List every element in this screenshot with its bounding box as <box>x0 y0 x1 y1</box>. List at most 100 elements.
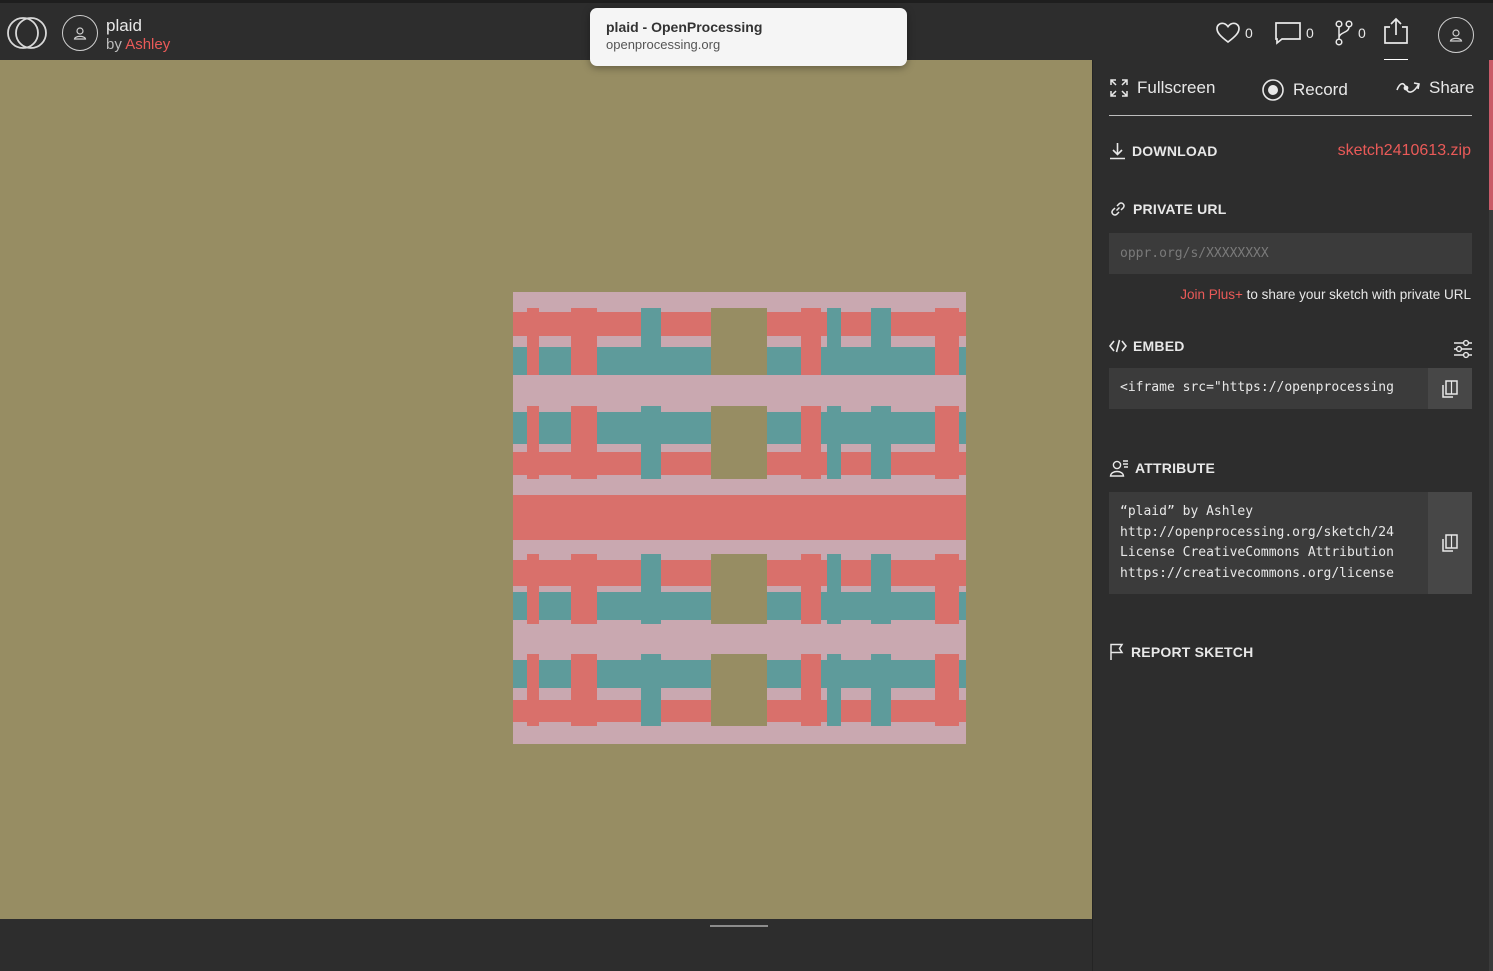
byline-prefix: by <box>106 36 122 53</box>
comment-icon <box>1275 22 1301 45</box>
link-icon <box>1111 202 1125 216</box>
code-icon <box>1109 339 1127 353</box>
attribution-box: “plaid” by Ashley http://openprocessing.… <box>1109 492 1472 594</box>
share-button[interactable]: Share <box>1395 78 1474 98</box>
share-label: Share <box>1429 78 1475 97</box>
plaid-crossbar <box>935 340 959 375</box>
user-icon <box>1449 29 1463 42</box>
download-section-label: DOWNLOAD <box>1109 142 1218 160</box>
plaid-crossbar <box>871 448 891 479</box>
drawer-handle[interactable] <box>710 925 768 927</box>
download-icon <box>1110 143 1125 160</box>
attribution-line: License CreativeCommons Attribution <box>1120 545 1394 560</box>
heart-icon <box>1216 22 1240 44</box>
author-link[interactable]: Ashley <box>125 36 170 53</box>
join-plus-link[interactable]: Join Plus+ <box>1180 287 1243 302</box>
plaid-crossbar <box>571 588 597 624</box>
share-tab[interactable] <box>1381 17 1411 63</box>
report-sketch-button[interactable]: REPORT SKETCH <box>1109 643 1253 661</box>
plaid-crossbar <box>711 654 767 694</box>
attribution-line: http://openprocessing.org/sketch/24 <box>1120 524 1394 540</box>
private-url-input[interactable] <box>1109 233 1472 274</box>
user-avatar[interactable] <box>1438 17 1474 53</box>
plaid-crossbar <box>711 694 767 726</box>
plaid-crossbar <box>827 340 841 375</box>
embed-section-label: EMBED <box>1109 338 1185 354</box>
plaid-crossbar <box>801 406 821 450</box>
plaid-crossbar <box>711 554 767 590</box>
forks-button[interactable]: 0 <box>1334 19 1366 47</box>
window-edge <box>1489 60 1493 971</box>
record-icon <box>1262 79 1284 101</box>
join-plus-note: Join Plus+ to share your sketch with pri… <box>1180 287 1471 302</box>
plaid-crossbar <box>871 406 891 450</box>
plaid-crossbar <box>571 694 597 726</box>
plaid-crossbar <box>527 554 539 590</box>
plaid-crossbar <box>641 448 661 479</box>
plaid-crossbar <box>827 694 841 726</box>
edge-strip <box>1489 60 1493 210</box>
attribution-line: “plaid” by Ashley <box>1120 504 1254 519</box>
private-url-label: PRIVATE URL <box>1133 201 1227 217</box>
attribute-user-icon <box>1109 460 1128 477</box>
attribute-label: ATTRIBUTE <box>1135 460 1216 476</box>
plaid-crossbar <box>801 448 821 479</box>
plaid-crossbar <box>527 694 539 726</box>
share-upload-icon <box>1384 17 1408 44</box>
plaid-crossbar <box>871 694 891 726</box>
fork-icon <box>1335 20 1353 46</box>
share-icon <box>1396 82 1420 93</box>
like-count: 0 <box>1245 25 1253 41</box>
plaid-crossbar <box>527 406 539 450</box>
copy-icon <box>1442 534 1458 552</box>
author-avatar[interactable] <box>62 15 98 51</box>
plaid-crossbar <box>871 654 891 694</box>
plaid-crossbar <box>641 554 661 590</box>
plaid-crossbar <box>641 588 661 624</box>
plaid-crossbar <box>571 448 597 479</box>
plaid-crossbar <box>935 448 959 479</box>
fullscreen-button[interactable]: Fullscreen <box>1109 78 1215 98</box>
comment-count: 0 <box>1306 25 1314 41</box>
plaid-crossbar <box>711 588 767 624</box>
plaid-crossbar <box>801 340 821 375</box>
plaid-sketch-canvas[interactable] <box>513 292 966 744</box>
byline: by Ashley <box>106 36 170 53</box>
download-file-link[interactable]: sketch2410613.zip <box>1338 142 1471 160</box>
copy-attribution-button[interactable] <box>1428 492 1472 594</box>
copy-embed-button[interactable] <box>1428 368 1472 409</box>
plaid-crossbar <box>571 406 597 450</box>
embed-settings-icon[interactable] <box>1452 338 1474 360</box>
embed-code[interactable]: <iframe src="https://openprocessing <box>1120 380 1428 395</box>
sketch-canvas-area[interactable] <box>0 60 1092 919</box>
plaid-crossbar <box>827 554 841 590</box>
plaid-crossbar <box>801 694 821 726</box>
plaid-crossbar <box>527 588 539 624</box>
bottom-bar <box>0 919 1092 971</box>
plaid-crossbar <box>527 448 539 479</box>
attribution-text[interactable]: “plaid” by Ashley http://openprocessing.… <box>1120 502 1428 584</box>
sketch-title: plaid <box>106 16 142 35</box>
plaid-crossbar <box>641 654 661 694</box>
plaid-crossbar <box>827 588 841 624</box>
plaid-crossbar <box>527 340 539 375</box>
openprocessing-logo-icon[interactable] <box>6 15 48 51</box>
fork-count: 0 <box>1358 25 1366 41</box>
flag-icon <box>1110 643 1124 660</box>
plaid-crossbar <box>827 654 841 694</box>
share-panel: Fullscreen Record Share DOWNLOAD sketch2… <box>1092 60 1489 971</box>
download-label: DOWNLOAD <box>1132 143 1218 159</box>
attribute-section-label: ATTRIBUTE <box>1109 459 1215 477</box>
plaid-crossbar <box>801 554 821 590</box>
attribution-line: https://creativecommons.org/license <box>1120 565 1394 581</box>
record-button[interactable]: Record <box>1261 78 1348 102</box>
like-button[interactable]: 0 <box>1215 19 1253 47</box>
comments-button[interactable]: 0 <box>1274 19 1314 47</box>
plaid-crossbar <box>871 340 891 375</box>
plaid-crossbar <box>571 654 597 694</box>
plaid-crossbar <box>641 406 661 450</box>
record-label: Record <box>1293 80 1348 99</box>
plaid-crossbar <box>827 448 841 479</box>
plaid-crossbar <box>711 448 767 479</box>
copy-icon <box>1442 379 1458 398</box>
